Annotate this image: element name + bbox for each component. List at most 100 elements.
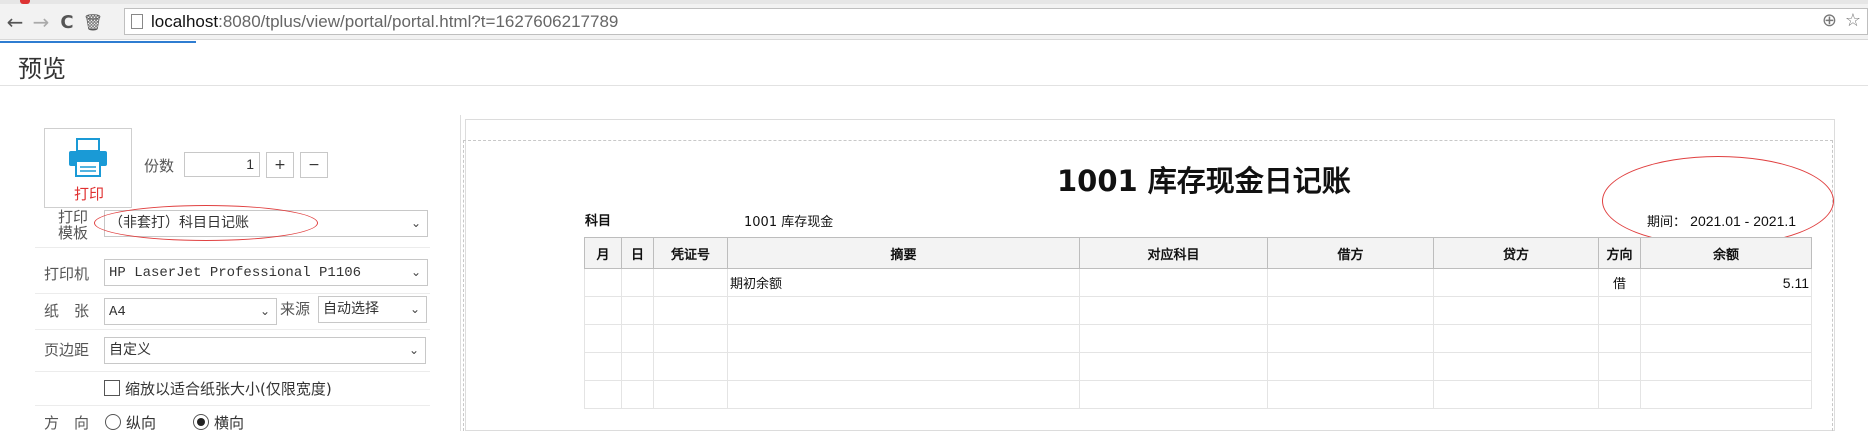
table-cell: [1640, 380, 1812, 409]
printer-label: 打印机: [44, 265, 90, 283]
zoom-icon[interactable]: ⊕: [1822, 10, 1837, 31]
portrait-label: 纵向: [126, 414, 157, 432]
table-cell: [1267, 268, 1434, 297]
table-cell: [621, 324, 654, 353]
table-cell: [653, 380, 728, 409]
template-label-line1: 打印: [58, 208, 89, 226]
table-cell: [1079, 352, 1268, 381]
table-cell: [621, 268, 654, 297]
row-divider: [35, 293, 430, 294]
period-text: 期间： 2021.01 - 2021.1: [1647, 211, 1796, 230]
chevron-down-icon: ⌄: [410, 216, 421, 230]
print-label: 打印: [73, 185, 104, 203]
decrease-copies-button[interactable]: −: [300, 152, 328, 178]
table-cell: [1433, 296, 1599, 325]
table-cell: [1079, 324, 1268, 353]
table-cell: [1598, 352, 1641, 381]
orientation-label: 方 向: [44, 414, 90, 432]
table-cell: [1267, 296, 1434, 325]
chevron-down-icon: ⌄: [410, 265, 421, 279]
forward-icon[interactable]: →: [30, 10, 52, 34]
table-row: [584, 296, 1812, 325]
table-header-row: 月日凭证号 摘要 对应科目 借方 贷方 方向 余额: [584, 237, 1812, 269]
back-icon[interactable]: ←: [4, 10, 26, 34]
copies-label: 份数: [144, 157, 175, 175]
table-cell: [1640, 352, 1812, 381]
table-row: [584, 352, 1812, 381]
table-cell: [1267, 380, 1434, 409]
table-cell: [653, 352, 728, 381]
copies-input[interactable]: 1: [184, 152, 260, 177]
landscape-radio[interactable]: [193, 414, 209, 430]
table-cell: [1433, 352, 1599, 381]
favicon-icon: [20, 0, 30, 4]
paper-select[interactable]: A4 ⌄: [104, 298, 277, 325]
row-divider: [35, 329, 430, 330]
source-select[interactable]: 自动选择 ⌄: [318, 296, 427, 323]
address-bar[interactable]: localhost:8080/tplus/view/portal/portal.…: [124, 8, 1868, 35]
table-cell: [584, 352, 622, 381]
row-divider: [35, 371, 430, 372]
portrait-radio[interactable]: [105, 414, 121, 430]
page-icon: [131, 14, 143, 29]
dialog-title: 预览: [18, 55, 66, 83]
url-path: :8080/tplus/view/portal/portal.html?t=16…: [218, 12, 619, 31]
table-cell: [584, 268, 622, 297]
table-cell: [584, 296, 622, 325]
table-cell: [1267, 352, 1434, 381]
landscape-label: 横向: [214, 414, 245, 432]
increase-copies-button[interactable]: +: [266, 152, 294, 178]
table-cell: [653, 324, 728, 353]
table-cell: [1598, 380, 1641, 409]
subject-value: 1001 库存现金: [744, 215, 834, 230]
template-select[interactable]: （非套打）科目日记账 ⌄: [104, 210, 428, 237]
ledger-table: 月日凭证号 摘要 对应科目 借方 贷方 方向 余额 期初余额 借 5.11: [584, 237, 1812, 409]
table-row: [584, 380, 1812, 409]
margin-select[interactable]: 自定义 ⌄: [104, 337, 426, 364]
table-cell: [727, 296, 1080, 325]
table-cell: [1640, 296, 1812, 325]
table-cell: [727, 380, 1080, 409]
table-cell: [727, 352, 1080, 381]
header-accent: [0, 41, 196, 43]
report-title: 1001 库存现金日记账: [1057, 164, 1351, 198]
reload-icon[interactable]: C: [56, 11, 78, 33]
row-divider: [35, 247, 430, 248]
margin-label: 页边距: [44, 341, 90, 359]
printer-value: HP LaserJet Professional P1106: [109, 265, 362, 281]
browser-toolbar: ← → C 🗑 localhost:8080/tplus/view/portal…: [0, 0, 1868, 40]
table-cell: [584, 380, 622, 409]
table-cell: [1433, 268, 1599, 297]
column-header: 摘要: [727, 237, 1080, 269]
table-cell: [1267, 324, 1434, 353]
bookmark-star-icon[interactable]: ☆: [1845, 10, 1861, 31]
template-label: 打印 模板: [58, 209, 88, 241]
column-header: 余额: [1640, 237, 1812, 269]
source-label: 来源: [280, 300, 311, 318]
url-text: localhost:8080/tplus/view/portal/portal.…: [151, 12, 618, 32]
template-label-line2: 模板: [58, 224, 89, 242]
dialog-header: 预览: [0, 41, 1868, 86]
table-cell: [1079, 268, 1268, 297]
printer-select[interactable]: HP LaserJet Professional P1106 ⌄: [104, 259, 428, 286]
table-cell: [584, 324, 622, 353]
column-header: 凭证号: [653, 237, 728, 269]
delete-icon[interactable]: 🗑: [82, 11, 104, 33]
table-cell: [1598, 324, 1641, 353]
column-header: 对应科目: [1079, 237, 1268, 269]
table-cell: [1640, 324, 1812, 353]
table-cell: [621, 380, 654, 409]
table-cell: [1433, 324, 1599, 353]
column-header: 月: [584, 237, 622, 269]
chevron-down-icon: ⌄: [409, 302, 420, 316]
panel-divider: [460, 115, 461, 431]
column-header: 借方: [1267, 237, 1434, 269]
table-cell: [653, 268, 728, 297]
table-cell: [727, 324, 1080, 353]
print-settings-panel: 打印 份数 1 + − 打印 模板 （非套打）科目日记账 ⌄ 打印机 HP La…: [0, 87, 460, 432]
period-value: 2021.01 - 2021.1: [1690, 213, 1797, 229]
fit-to-paper-checkbox[interactable]: [104, 380, 120, 396]
print-button[interactable]: 打印: [44, 128, 132, 208]
period-label: 期间：: [1647, 215, 1687, 230]
tab-strip: [0, 0, 1868, 4]
